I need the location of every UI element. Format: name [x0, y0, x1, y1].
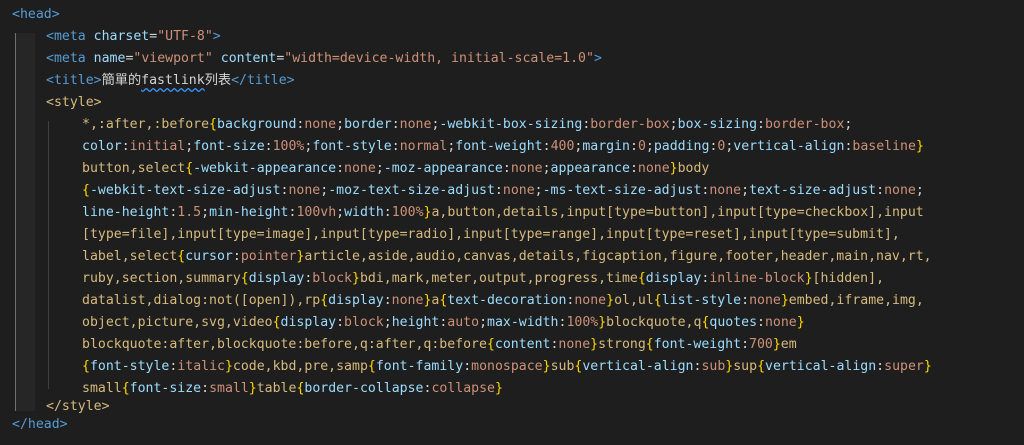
css-line[interactable]: object,picture,svg,video{display:block;h…: [82, 312, 805, 334]
css-line[interactable]: line-height:1.5;min-height:100vh;width:1…: [82, 202, 924, 224]
head-close-tag: </head>: [12, 417, 68, 432]
css-line[interactable]: *,:after,:before{background:none;border:…: [82, 114, 852, 136]
head-open-tag: <head>: [12, 7, 60, 22]
indent-highlight: [15, 33, 35, 411]
title-close-tag: title: [246, 73, 287, 88]
indent-guide: [15, 33, 16, 411]
css-line[interactable]: small{font-size:small}table{border-colla…: [82, 378, 503, 400]
style-open-tag: style: [53, 95, 94, 110]
css-line[interactable]: [type=file],input[type=image],input[type…: [82, 224, 900, 246]
style-close-tag: style: [61, 399, 102, 414]
css-line[interactable]: datalist,dialog:not([open]),rp{display:n…: [82, 290, 924, 312]
title-text-squiggle: fastlink: [141, 73, 205, 88]
charset-attr: charset: [93, 29, 150, 44]
title-text-pre: 簡單的: [101, 73, 142, 88]
css-line[interactable]: ruby,section,summary{display:block}bdi,m…: [82, 268, 884, 290]
title-open-tag: title: [53, 73, 94, 88]
meta-charset-line[interactable]: <meta charset="UTF-8">: [46, 26, 221, 48]
content-value: "width=device-width, initial-scale=1.0": [284, 51, 594, 66]
name-attr: name: [93, 51, 126, 66]
head-close-line[interactable]: </head>: [12, 414, 68, 436]
style-open-line[interactable]: <style>: [46, 92, 102, 114]
name-value: "viewport": [133, 51, 213, 66]
css-line[interactable]: blockquote:after,blockquote:before,q:aft…: [82, 334, 797, 356]
content-attr: content: [220, 51, 277, 66]
css-line[interactable]: {-webkit-text-size-adjust:none;-moz-text…: [82, 180, 924, 202]
code-editor[interactable]: <head> <meta charset="UTF-8"> <meta name…: [0, 0, 1024, 445]
css-line[interactable]: color:initial;font-size:100%;font-style:…: [82, 136, 924, 158]
meta-viewport-line[interactable]: <meta name="viewport" content="width=dev…: [46, 48, 602, 70]
head-open-line[interactable]: <head>: [12, 4, 60, 26]
css-line[interactable]: button,select{-webkit-appearance:none;-m…: [82, 158, 709, 180]
meta-tag: meta: [53, 29, 86, 44]
css-line[interactable]: {font-style:italic}code,kbd,pre,samp{fon…: [82, 356, 932, 378]
charset-value: "UTF-8": [157, 29, 213, 44]
title-text-post: 列表: [204, 73, 232, 88]
indent-guide-inner: [48, 121, 49, 389]
title-line[interactable]: <title>簡單的fastlink列表</title>: [46, 70, 295, 92]
css-line[interactable]: label,select{cursor:pointer}article,asid…: [82, 246, 932, 268]
meta-tag: meta: [53, 51, 86, 66]
